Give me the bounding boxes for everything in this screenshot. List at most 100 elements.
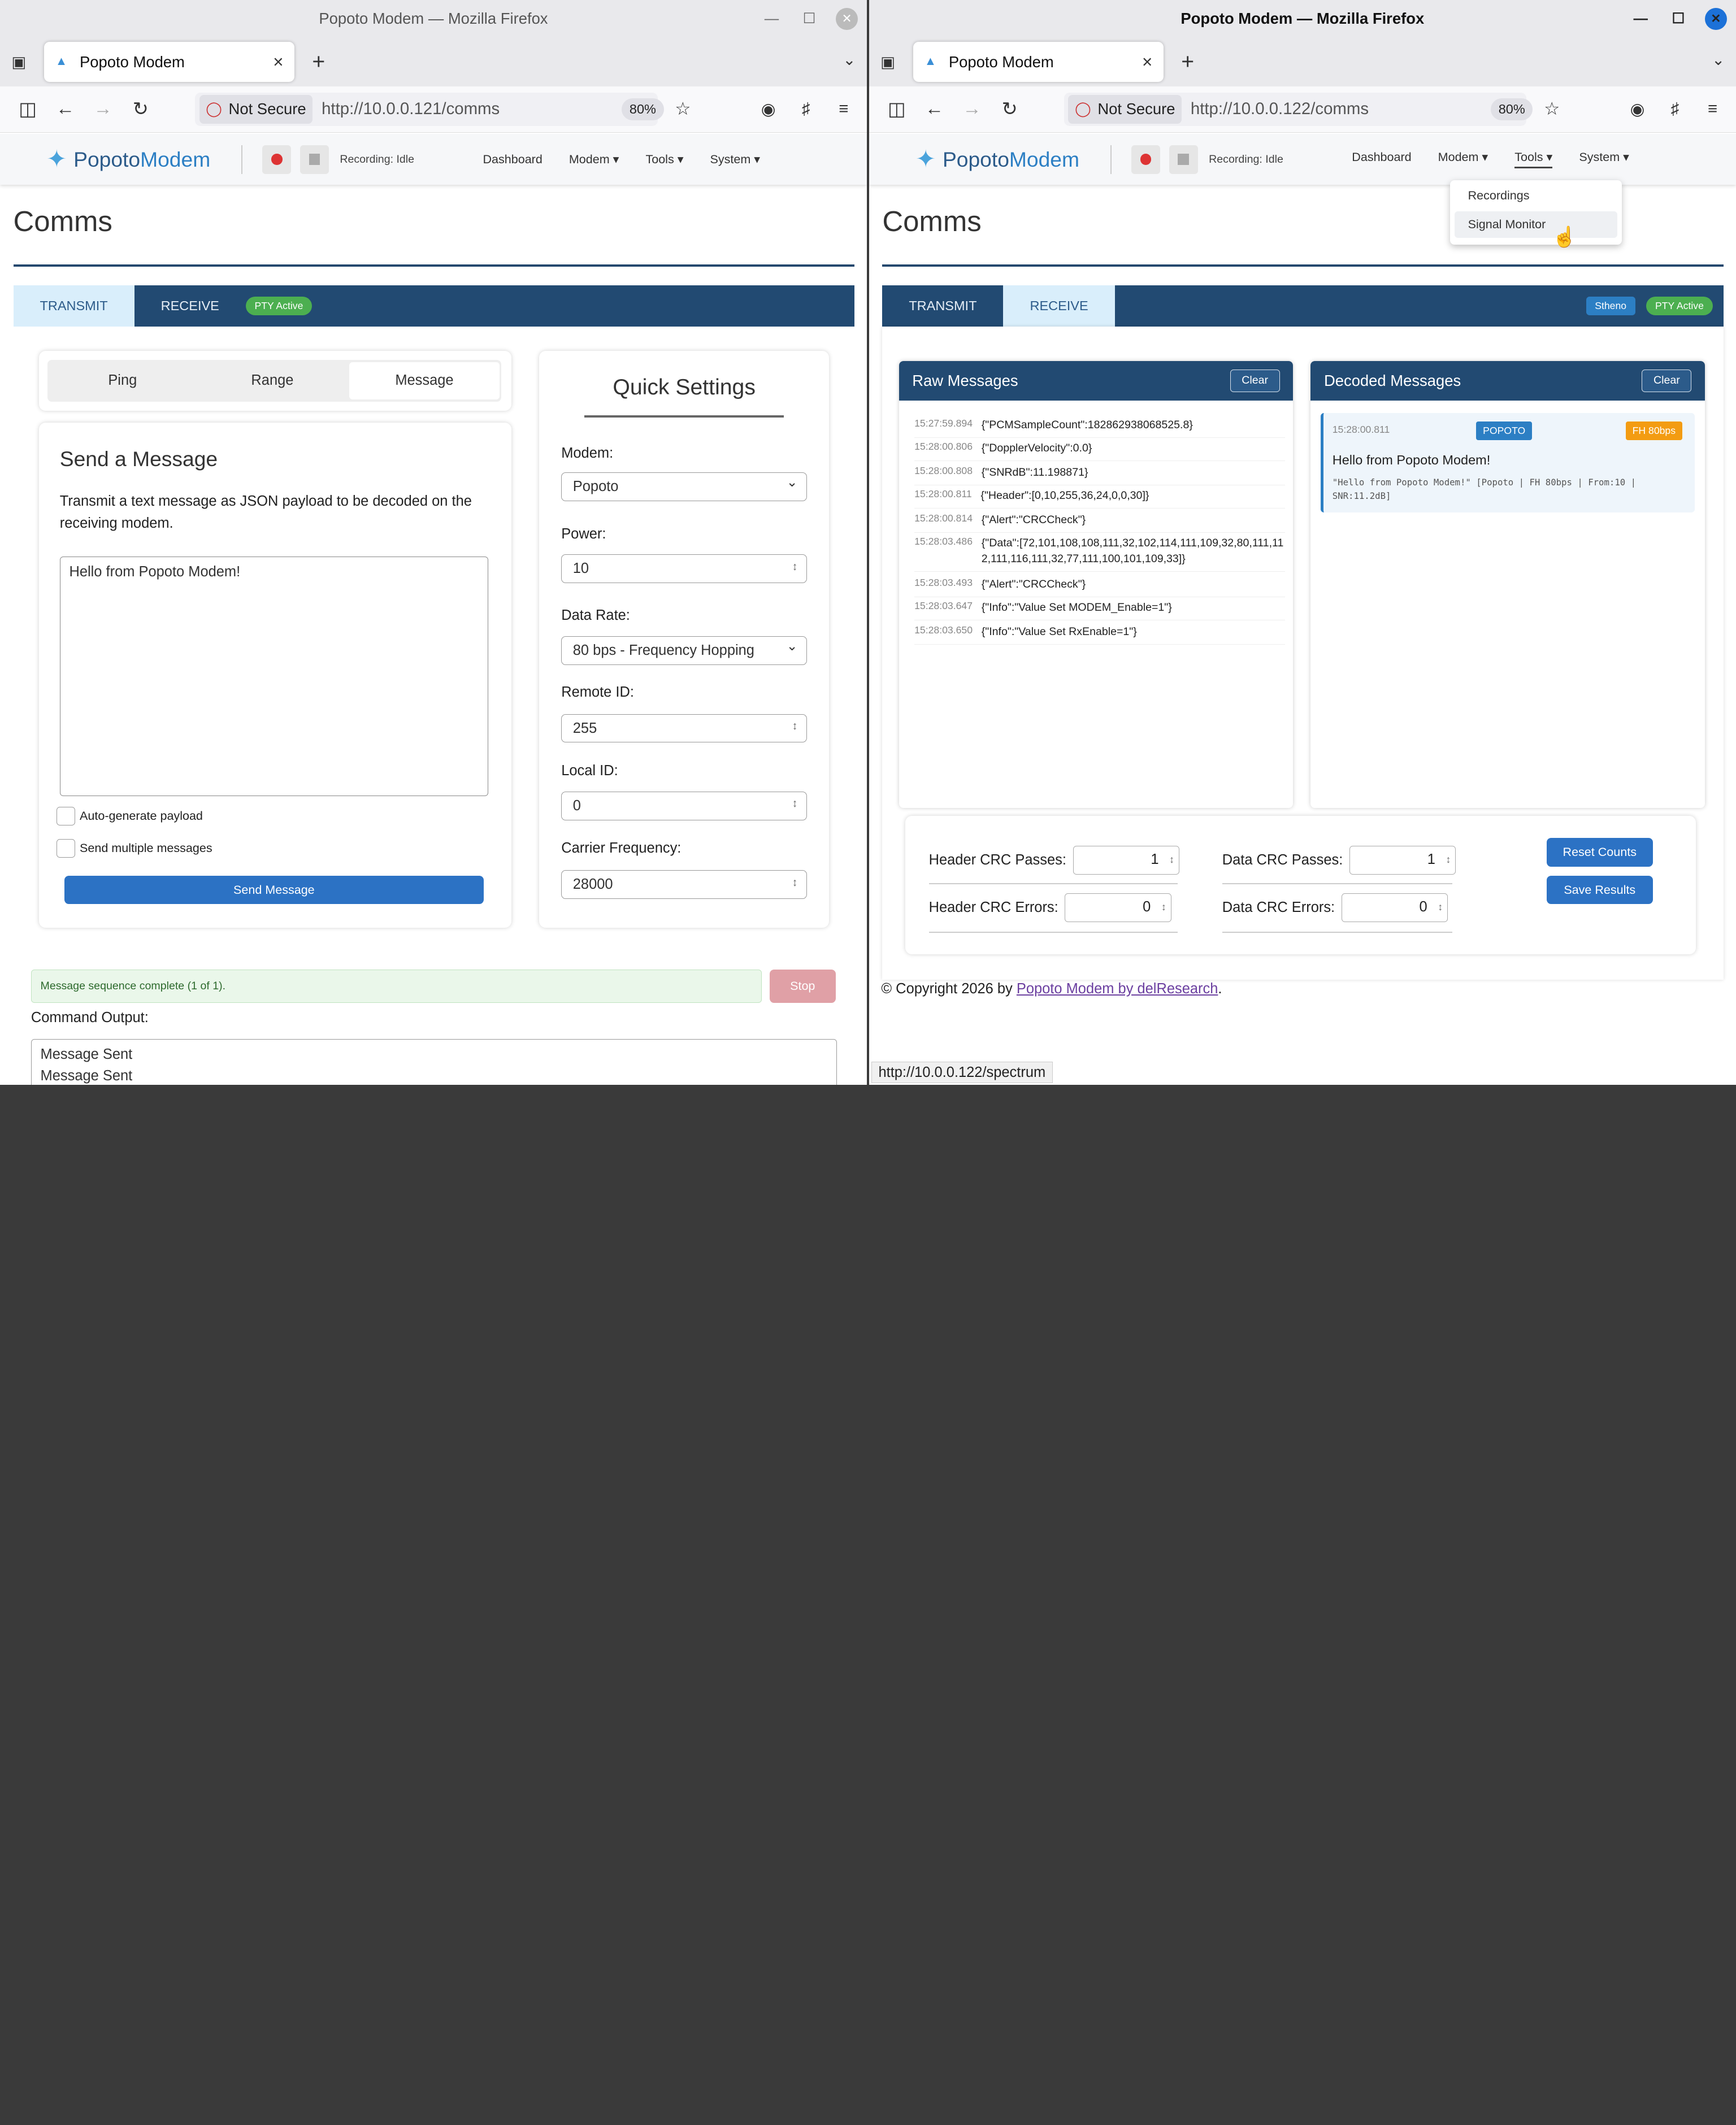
- not-secure-badge[interactable]: ◯ Not Secure: [199, 94, 313, 124]
- maximize-icon[interactable]: ☐: [1667, 8, 1689, 30]
- raw-message-row: 15:28:03.486 {"Data":[72,101,108,108,111,…: [914, 531, 1286, 572]
- account-icon[interactable]: ◉: [1625, 97, 1650, 121]
- close-window-icon[interactable]: ✕: [836, 7, 858, 30]
- tab-title: Popoto Modem: [948, 53, 1054, 71]
- header-crc-errors-input[interactable]: 0: [1065, 893, 1171, 922]
- nav-modem[interactable]: Modem: [1438, 150, 1488, 168]
- close-window-icon[interactable]: ✕: [1704, 7, 1728, 30]
- data-rate-select[interactable]: 80 bps - Frequency Hopping: [561, 636, 808, 666]
- data-crc-passes-input[interactable]: 1: [1349, 845, 1456, 875]
- tab-list-icon[interactable]: ▣: [876, 50, 900, 74]
- decoded-messages-title: Decoded Messages: [1323, 371, 1461, 389]
- nav-dashboard[interactable]: Dashboard: [483, 153, 542, 167]
- minimize-icon[interactable]: —: [1630, 8, 1652, 30]
- bookmark-star-icon[interactable]: ☆: [675, 99, 691, 119]
- brand-logo[interactable]: ✦ Popoto Modem: [46, 145, 210, 173]
- bookmark-star-icon[interactable]: ☆: [1544, 99, 1560, 119]
- brand-logo[interactable]: ✦ Popoto Modem: [915, 145, 1079, 173]
- extensions-icon[interactable]: ♯: [794, 97, 818, 121]
- sidebar-icon[interactable]: ◫: [11, 93, 45, 126]
- footer-period: .: [1218, 980, 1222, 997]
- send-message-button[interactable]: Send Message: [64, 875, 484, 905]
- footer: © Copyright 2026 by Popoto Modem by delR…: [881, 981, 1222, 997]
- tab-transmit[interactable]: TRANSMIT: [882, 285, 1003, 326]
- raw-message-row: 15:28:03.647 {"Info":"Value Set MODEM_Ena…: [914, 596, 1286, 620]
- mode-ping[interactable]: Ping: [47, 360, 197, 402]
- sidebar-icon[interactable]: ◫: [880, 93, 913, 126]
- url-bar[interactable]: ◯ Not Secure http://10.0.0.122/comms 80% …: [1064, 93, 1560, 126]
- stop-button[interactable]: Stop: [769, 970, 836, 1003]
- chevron-down-icon[interactable]: ⌄: [843, 51, 856, 69]
- browser-tab[interactable]: ▲ Popoto Modem ×: [913, 42, 1164, 82]
- stop-record-button[interactable]: [1169, 145, 1198, 174]
- mode-range[interactable]: Range: [197, 360, 347, 402]
- back-icon[interactable]: ←: [918, 93, 951, 126]
- not-secure-badge[interactable]: ◯ Not Secure: [1068, 94, 1182, 124]
- zoom-badge[interactable]: 80%: [622, 98, 664, 120]
- mode-message[interactable]: Message: [349, 362, 500, 400]
- forward-icon[interactable]: →: [956, 93, 989, 126]
- extensions-icon[interactable]: ♯: [1663, 97, 1687, 121]
- back-icon[interactable]: ←: [49, 93, 82, 126]
- new-tab-icon[interactable]: +: [312, 50, 325, 75]
- stop-record-button[interactable]: [300, 145, 329, 174]
- nav-dashboard[interactable]: Dashboard: [1352, 150, 1411, 168]
- clear-raw-button[interactable]: Clear: [1230, 369, 1280, 393]
- local-id-input[interactable]: 0: [561, 791, 808, 820]
- zoom-badge[interactable]: 80%: [1491, 98, 1533, 120]
- close-tab-icon[interactable]: ×: [273, 52, 283, 72]
- raw-message-text: {"Info":"Value Set MODEM_Enable=1"}: [981, 601, 1172, 614]
- reload-icon[interactable]: ↻: [993, 93, 1026, 126]
- carrier-frequency-input[interactable]: 28000: [561, 870, 808, 899]
- tab-list-icon[interactable]: ▣: [7, 50, 31, 74]
- tab-receive[interactable]: RECEIVE: [134, 285, 246, 326]
- new-tab-icon[interactable]: +: [1181, 50, 1194, 75]
- tools-dropdown-menu: Recordings Signal Monitor: [1450, 180, 1622, 245]
- nav-system[interactable]: System: [710, 153, 761, 167]
- shield-icon: ◯: [1075, 101, 1091, 118]
- clear-decoded-button[interactable]: Clear: [1642, 369, 1692, 393]
- command-output-label: Command Output:: [31, 1009, 149, 1025]
- tab-receive[interactable]: RECEIVE: [1003, 285, 1115, 327]
- raw-timestamp: 15:28:03.647: [914, 599, 973, 611]
- output-line: Message Sent: [40, 1046, 133, 1063]
- record-button[interactable]: [262, 145, 292, 174]
- remote-id-input[interactable]: 255: [561, 714, 808, 743]
- record-button[interactable]: [1131, 145, 1160, 174]
- hamburger-menu-icon[interactable]: ≡: [1700, 97, 1725, 121]
- right-browser-window: Popoto Modem — Mozilla Firefox — ☐ ✕ ▣ ▲…: [869, 0, 1736, 1085]
- nav-modem[interactable]: Modem: [569, 153, 619, 167]
- close-tab-icon[interactable]: ×: [1142, 52, 1152, 72]
- reload-icon[interactable]: ↻: [124, 93, 157, 126]
- menu-item-signal-monitor[interactable]: Signal Monitor: [1455, 211, 1618, 238]
- raw-message-row: 15:28:00.808 {"SNRdB":11.198871}: [914, 460, 1286, 485]
- send-multiple-checkbox[interactable]: Send multiple messages: [56, 838, 212, 858]
- reset-counts-button[interactable]: Reset Counts: [1546, 837, 1653, 867]
- data-crc-errors-input[interactable]: 0: [1341, 893, 1448, 922]
- power-input[interactable]: 10: [561, 554, 808, 584]
- url-text: http://10.0.0.121/comms: [322, 99, 500, 119]
- message-textarea[interactable]: Hello from Popoto Modem!: [59, 557, 488, 796]
- modem-select[interactable]: Popoto: [561, 472, 808, 502]
- raw-message-text: {"SNRdB":11.198871}: [981, 466, 1088, 479]
- send-multiple-label: Send multiple messages: [80, 841, 212, 855]
- data-crc-passes-row: Data CRC Passes: 1: [1222, 845, 1456, 875]
- account-icon[interactable]: ◉: [756, 97, 780, 121]
- decoded-detail: "Hello from Popoto Modem!" [Popoto | FH …: [1332, 477, 1637, 501]
- nav-tools[interactable]: Tools: [1514, 150, 1553, 169]
- hamburger-menu-icon[interactable]: ≡: [831, 97, 856, 121]
- nav-tools[interactable]: Tools: [645, 153, 683, 167]
- chevron-down-icon[interactable]: ⌄: [1712, 51, 1725, 69]
- auto-generate-checkbox[interactable]: Auto-generate payload: [56, 807, 203, 826]
- save-results-button[interactable]: Save Results: [1546, 875, 1653, 905]
- nav-system[interactable]: System: [1579, 150, 1629, 168]
- browser-tab[interactable]: ▲ Popoto Modem ×: [44, 42, 295, 82]
- header-crc-passes-input[interactable]: 1: [1073, 845, 1179, 875]
- tab-transmit[interactable]: TRANSMIT: [13, 285, 134, 327]
- forward-icon[interactable]: →: [86, 93, 120, 126]
- url-bar[interactable]: ◯ Not Secure http://10.0.0.121/comms 80% …: [194, 93, 691, 126]
- maximize-icon[interactable]: ☐: [798, 8, 820, 30]
- menu-item-recordings[interactable]: Recordings: [1455, 182, 1617, 209]
- minimize-icon[interactable]: —: [761, 8, 783, 30]
- footer-link[interactable]: Popoto Modem by delResearch: [1017, 981, 1218, 997]
